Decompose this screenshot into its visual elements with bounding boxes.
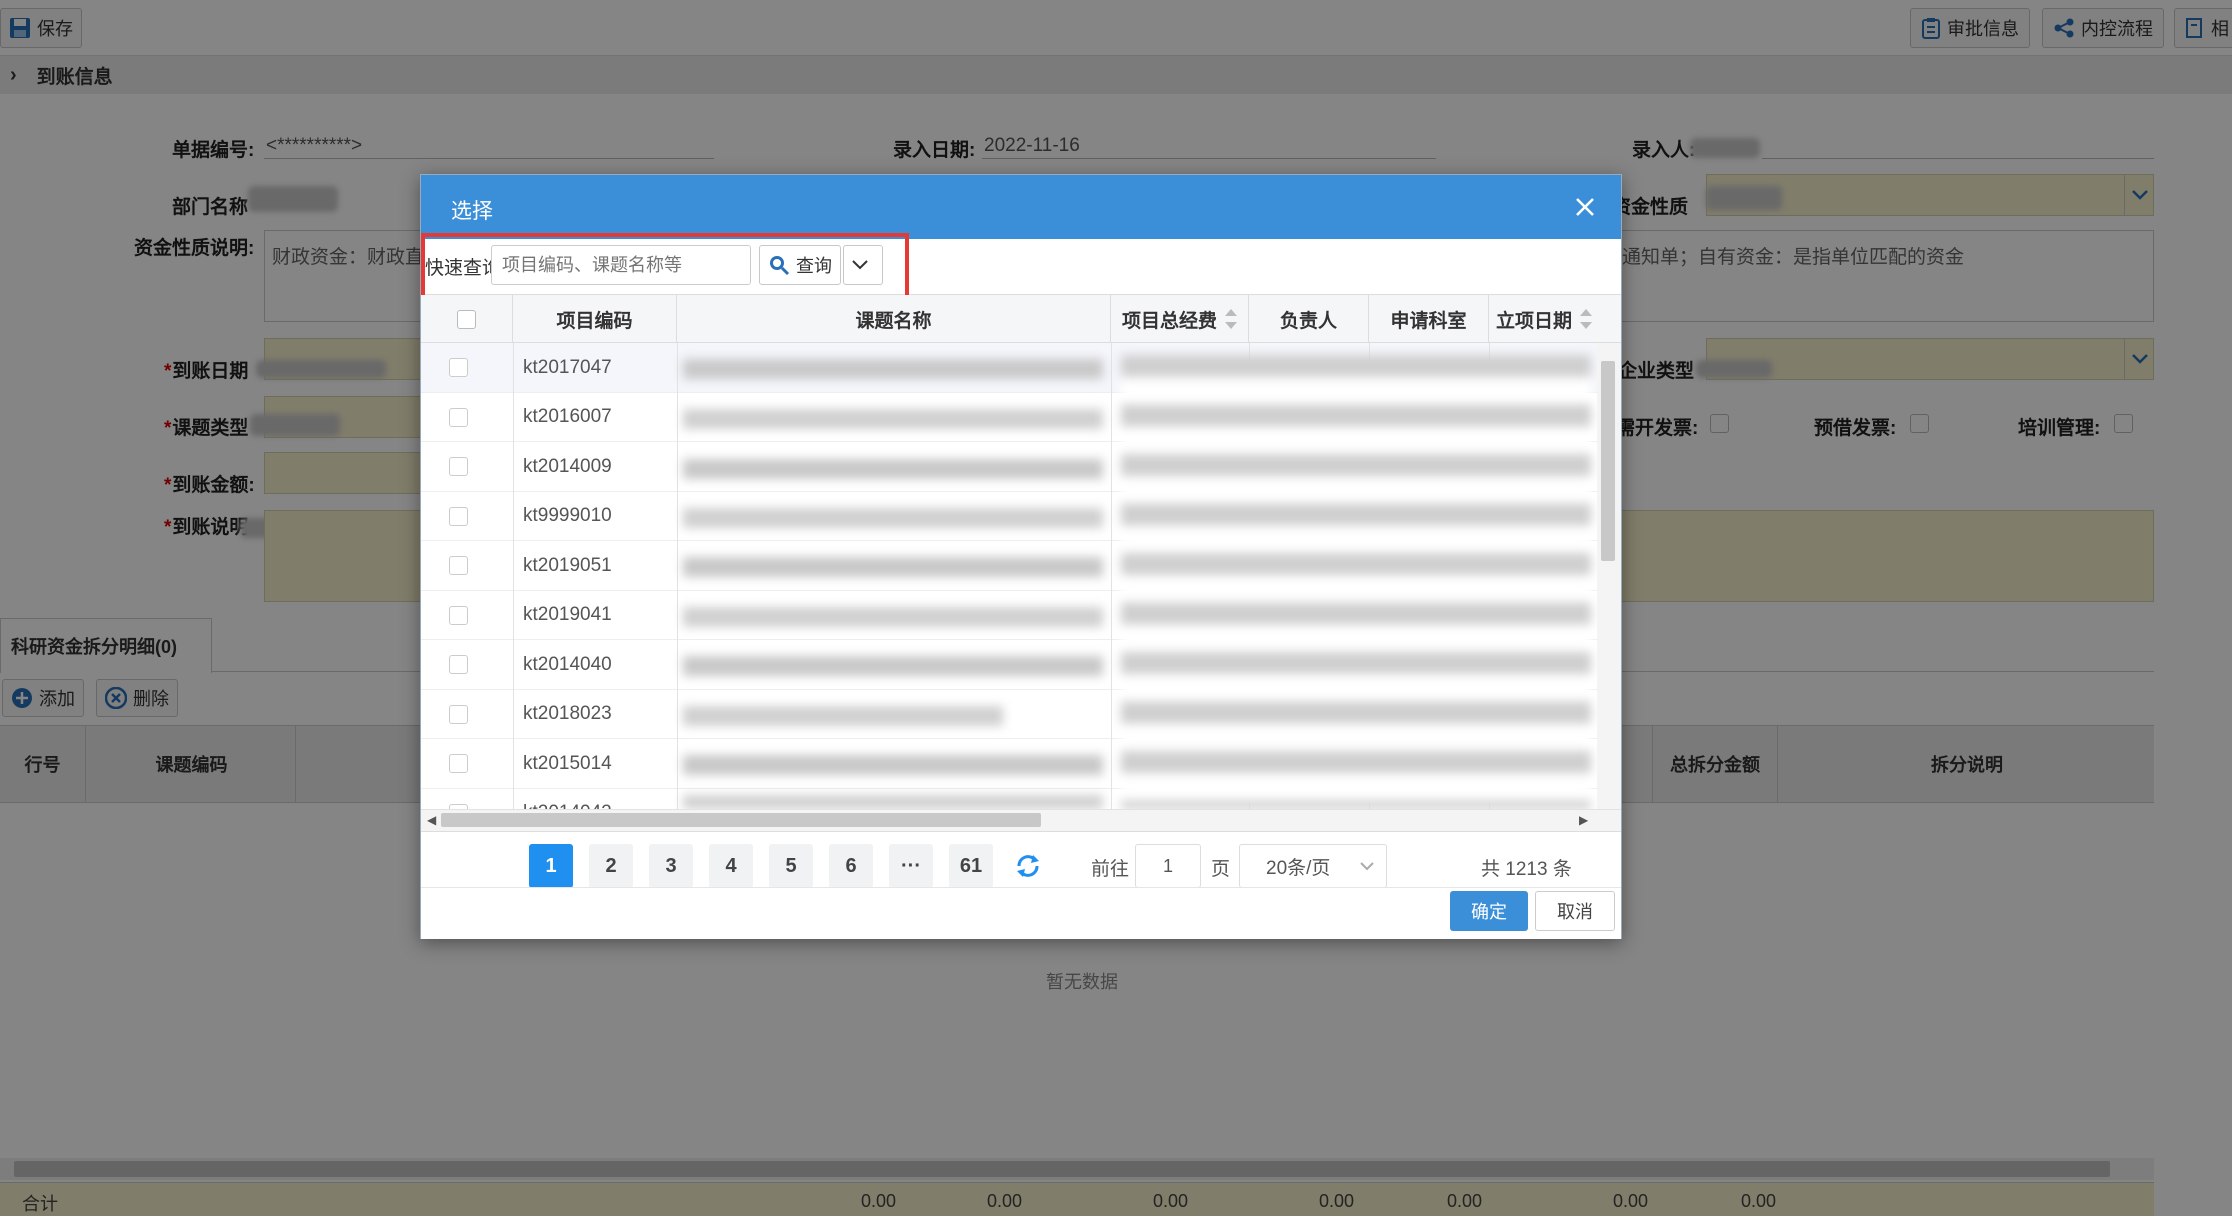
col-approval-date[interactable]: 立项日期 [1489, 295, 1599, 343]
chevron-down-icon [1360, 862, 1374, 871]
col-department[interactable]: 申请科室 [1369, 295, 1489, 343]
redacted-cells [421, 343, 1597, 809]
page-button[interactable]: 5 [769, 844, 813, 888]
goto-label: 前往 [1091, 859, 1130, 880]
page-ellipsis[interactable]: ··· [889, 844, 933, 888]
col-total-funds-label: 项目总经费 [1121, 310, 1217, 332]
col-topic-name[interactable]: 课题名称 [677, 295, 1111, 343]
sort-icon [1580, 309, 1592, 329]
page-unit: 页 [1211, 859, 1231, 880]
cancel-button[interactable]: 取消 [1535, 891, 1615, 931]
page-size-value: 20条/页 [1266, 857, 1331, 879]
select-all-checkbox[interactable] [457, 309, 476, 329]
dialog-header: 选择 [421, 175, 1621, 239]
dialog-title: 选择 [451, 200, 493, 223]
page-button[interactable]: 2 [589, 844, 633, 888]
col-approval-date-label: 立项日期 [1495, 310, 1572, 332]
scroll-left-arrow[interactable]: ◀ [427, 813, 436, 827]
page-button[interactable]: 3 [649, 844, 693, 888]
col-project-code[interactable]: 项目编码 [513, 295, 677, 343]
select-dialog: 选择 快速查询 查询 项目编码 课题名称 项目总经费 负责人 申请科室 立项日期… [420, 174, 1622, 939]
search-highlight-box [421, 233, 909, 299]
close-icon[interactable] [1575, 197, 1595, 217]
table-body: kt2017047 kt2016007 kt2014009 kt9999010 … [421, 343, 1621, 809]
page-size-select[interactable]: 20条/页 [1239, 844, 1387, 888]
page-button[interactable]: 4 [709, 844, 753, 888]
col-total-funds[interactable]: 项目总经费 [1111, 295, 1249, 343]
refresh-icon[interactable] [1015, 854, 1041, 878]
table-vscroll-thumb[interactable] [1601, 361, 1615, 561]
goto-page-input[interactable] [1135, 844, 1201, 888]
page-button[interactable]: 1 [529, 844, 573, 888]
page-button[interactable]: 6 [829, 844, 873, 888]
total-count: 共 1213 条 [1481, 859, 1572, 880]
dialog-footer [421, 887, 1621, 939]
confirm-button[interactable]: 确定 [1450, 891, 1528, 931]
scroll-right-arrow[interactable]: ▶ [1579, 813, 1588, 827]
table-hscroll-thumb[interactable] [441, 813, 1041, 827]
dialog-table: 项目编码 课题名称 项目总经费 负责人 申请科室 立项日期 kt2017047 … [421, 295, 1621, 831]
sort-icon [1225, 309, 1237, 329]
header-select-all [421, 295, 513, 343]
col-owner[interactable]: 负责人 [1249, 295, 1369, 343]
pagination-bar: 1 2 3 4 5 6 ··· 61 前往 页 20条/页 共 1213 条 [421, 831, 1621, 895]
page-button[interactable]: 61 [949, 844, 993, 888]
